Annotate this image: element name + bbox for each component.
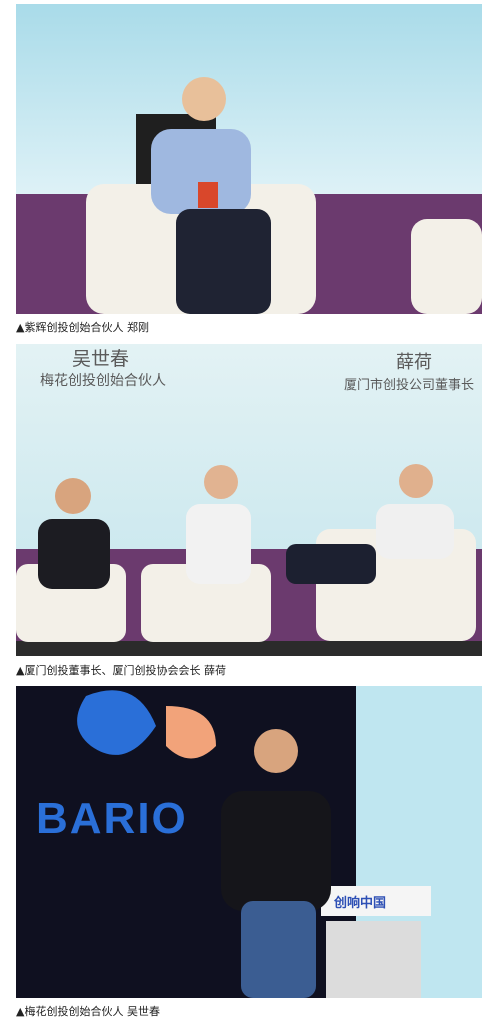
photo-2-caption: ▲厦门创投董事长、厦门创投协会会长 薛荷 — [16, 664, 226, 677]
photo-1-caption: ▲紫辉创投创始合伙人 郑刚 — [16, 321, 149, 334]
sign-right-name: 薛荷 — [396, 352, 432, 373]
stage-brand-text: BARIO — [36, 794, 188, 843]
sign-right-title: 厦门市创投公司董事长 — [344, 378, 475, 393]
photo-speaker: BARIO 创响中国 — [16, 686, 482, 998]
podium-logo-text: 创响中国 — [334, 896, 387, 911]
photo-panel-discussion-1 — [16, 4, 482, 314]
photo-1-scene — [16, 4, 482, 314]
photo-3-caption: ▲梅花创投创始合伙人 吴世春 — [16, 1005, 160, 1018]
sign-left-title: 梅花创投创始合伙人 — [40, 373, 166, 389]
photo-panel-discussion-2: 吴世春 梅花创投创始合伙人 薛荷 厦门市创投公司董事长 — [16, 344, 482, 656]
sign-left-name: 吴世春 — [72, 348, 130, 370]
